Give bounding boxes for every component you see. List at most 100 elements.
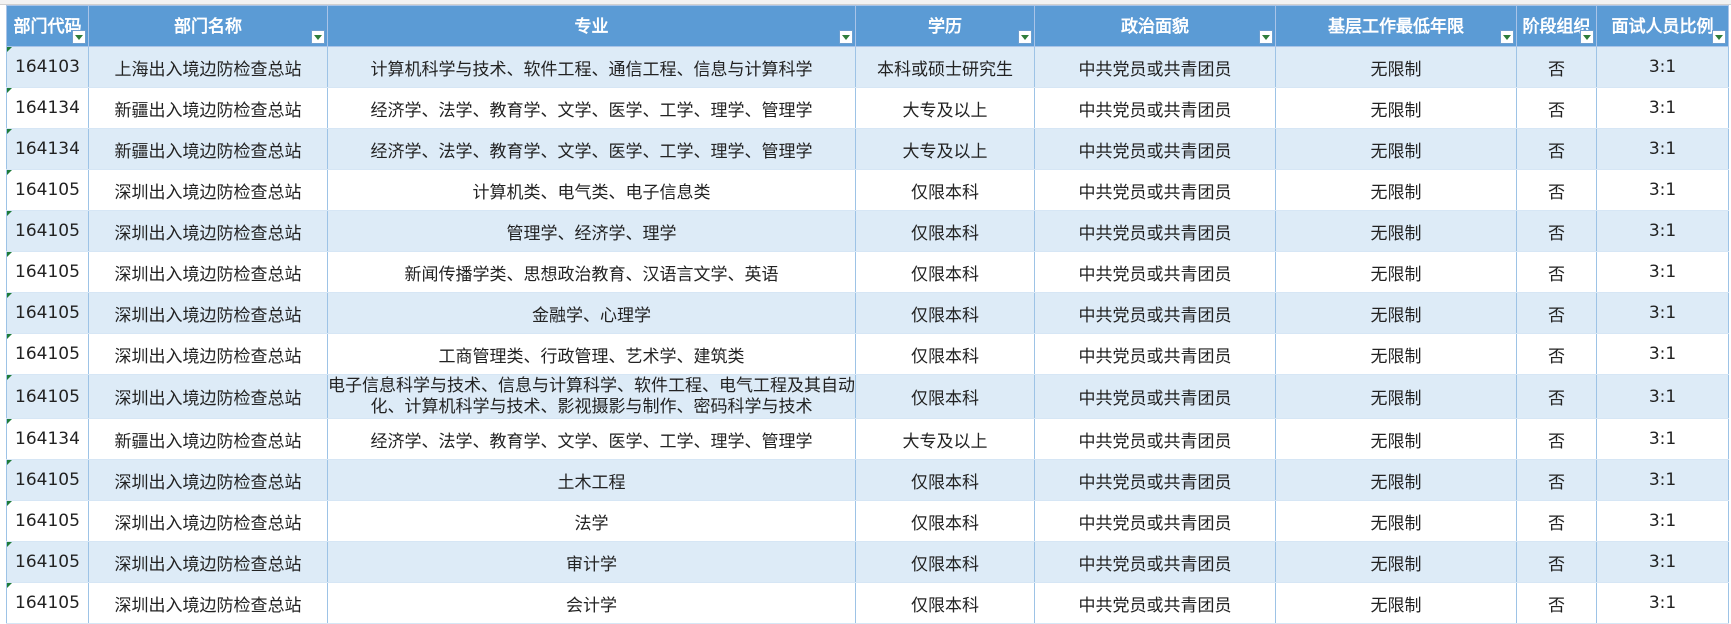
cell-ratio[interactable]: 3:1 (1596, 582, 1729, 624)
filter-dropdown-icon[interactable] (1018, 30, 1032, 44)
cell-dept[interactable]: 新疆出入境边防检查总站 (88, 128, 328, 170)
filter-dropdown-icon[interactable] (311, 30, 325, 44)
cell-political[interactable]: 中共党员或共青团员 (1034, 582, 1276, 624)
cell-edu[interactable]: 本科或硕士研究生 (855, 46, 1035, 88)
cell-ratio[interactable]: 3:1 (1596, 169, 1729, 211)
cell-years[interactable]: 无限制 (1275, 374, 1517, 419)
filter-dropdown-icon[interactable] (1712, 30, 1726, 44)
cell-edu[interactable]: 仅限本科 (855, 292, 1035, 334)
cell-stage[interactable]: 否 (1516, 541, 1597, 583)
cell-stage[interactable]: 否 (1516, 459, 1597, 501)
cell-edu[interactable]: 仅限本科 (855, 459, 1035, 501)
cell-code[interactable]: 164105 (6, 169, 89, 211)
cell-political[interactable]: 中共党员或共青团员 (1034, 251, 1276, 293)
cell-dept[interactable]: 深圳出入境边防检查总站 (88, 374, 328, 419)
cell-major[interactable]: 土木工程 (327, 459, 856, 501)
cell-years[interactable]: 无限制 (1275, 459, 1517, 501)
cell-years[interactable]: 无限制 (1275, 210, 1517, 252)
cell-major[interactable]: 经济学、法学、教育学、文学、医学、工学、理学、管理学 (327, 87, 856, 129)
cell-dept[interactable]: 深圳出入境边防检查总站 (88, 582, 328, 624)
cell-code[interactable]: 164134 (6, 128, 89, 170)
cell-political[interactable]: 中共党员或共青团员 (1034, 418, 1276, 460)
cell-dept[interactable]: 深圳出入境边防检查总站 (88, 333, 328, 375)
cell-stage[interactable]: 否 (1516, 582, 1597, 624)
cell-code[interactable]: 164105 (6, 374, 89, 419)
cell-ratio[interactable]: 3:1 (1596, 251, 1729, 293)
cell-code[interactable]: 164105 (6, 459, 89, 501)
cell-code[interactable]: 164105 (6, 251, 89, 293)
cell-edu[interactable]: 大专及以上 (855, 418, 1035, 460)
cell-code[interactable]: 164134 (6, 87, 89, 129)
cell-dept[interactable]: 新疆出入境边防检查总站 (88, 87, 328, 129)
cell-stage[interactable]: 否 (1516, 418, 1597, 460)
cell-ratio[interactable]: 3:1 (1596, 87, 1729, 129)
cell-major[interactable]: 经济学、法学、教育学、文学、医学、工学、理学、管理学 (327, 128, 856, 170)
filter-dropdown-icon[interactable] (1259, 30, 1273, 44)
cell-dept[interactable]: 深圳出入境边防检查总站 (88, 292, 328, 334)
filter-dropdown-icon[interactable] (72, 30, 86, 44)
cell-ratio[interactable]: 3:1 (1596, 210, 1729, 252)
cell-code[interactable]: 164105 (6, 292, 89, 334)
cell-stage[interactable]: 否 (1516, 128, 1597, 170)
cell-years[interactable]: 无限制 (1275, 541, 1517, 583)
cell-stage[interactable]: 否 (1516, 500, 1597, 542)
cell-code[interactable]: 164105 (6, 541, 89, 583)
cell-years[interactable]: 无限制 (1275, 169, 1517, 211)
cell-dept[interactable]: 深圳出入境边防检查总站 (88, 210, 328, 252)
cell-ratio[interactable]: 3:1 (1596, 292, 1729, 334)
cell-stage[interactable]: 否 (1516, 87, 1597, 129)
cell-code[interactable]: 164103 (6, 46, 89, 88)
cell-code[interactable]: 164105 (6, 582, 89, 624)
cell-code[interactable]: 164105 (6, 333, 89, 375)
cell-code[interactable]: 164105 (6, 500, 89, 542)
cell-ratio[interactable]: 3:1 (1596, 418, 1729, 460)
cell-major[interactable]: 计算机类、电气类、电子信息类 (327, 169, 856, 211)
cell-ratio[interactable]: 3:1 (1596, 541, 1729, 583)
filter-dropdown-icon[interactable] (1500, 30, 1514, 44)
cell-political[interactable]: 中共党员或共青团员 (1034, 46, 1276, 88)
cell-major[interactable]: 法学 (327, 500, 856, 542)
cell-edu[interactable]: 仅限本科 (855, 169, 1035, 211)
cell-major[interactable]: 审计学 (327, 541, 856, 583)
cell-major[interactable]: 电子信息科学与技术、信息与计算科学、软件工程、电气工程及其自动化、计算机科学与技… (327, 374, 856, 419)
cell-years[interactable]: 无限制 (1275, 46, 1517, 88)
cell-dept[interactable]: 上海出入境边防检查总站 (88, 46, 328, 88)
cell-years[interactable]: 无限制 (1275, 333, 1517, 375)
cell-major[interactable]: 管理学、经济学、理学 (327, 210, 856, 252)
cell-ratio[interactable]: 3:1 (1596, 459, 1729, 501)
cell-major[interactable]: 经济学、法学、教育学、文学、医学、工学、理学、管理学 (327, 418, 856, 460)
cell-political[interactable]: 中共党员或共青团员 (1034, 87, 1276, 129)
cell-edu[interactable]: 仅限本科 (855, 374, 1035, 419)
cell-years[interactable]: 无限制 (1275, 418, 1517, 460)
cell-code[interactable]: 164134 (6, 418, 89, 460)
cell-dept[interactable]: 深圳出入境边防检查总站 (88, 541, 328, 583)
cell-years[interactable]: 无限制 (1275, 292, 1517, 334)
cell-dept[interactable]: 深圳出入境边防检查总站 (88, 500, 328, 542)
cell-dept[interactable]: 深圳出入境边防检查总站 (88, 251, 328, 293)
cell-years[interactable]: 无限制 (1275, 251, 1517, 293)
cell-stage[interactable]: 否 (1516, 333, 1597, 375)
cell-political[interactable]: 中共党员或共青团员 (1034, 333, 1276, 375)
cell-stage[interactable]: 否 (1516, 210, 1597, 252)
cell-code[interactable]: 164105 (6, 210, 89, 252)
cell-major[interactable]: 会计学 (327, 582, 856, 624)
cell-stage[interactable]: 否 (1516, 374, 1597, 419)
cell-edu[interactable]: 仅限本科 (855, 251, 1035, 293)
cell-major[interactable]: 新闻传播学类、思想政治教育、汉语言文学、英语 (327, 251, 856, 293)
cell-political[interactable]: 中共党员或共青团员 (1034, 128, 1276, 170)
cell-edu[interactable]: 仅限本科 (855, 333, 1035, 375)
cell-dept[interactable]: 深圳出入境边防检查总站 (88, 169, 328, 211)
cell-edu[interactable]: 仅限本科 (855, 210, 1035, 252)
cell-stage[interactable]: 否 (1516, 169, 1597, 211)
cell-major[interactable]: 计算机科学与技术、软件工程、通信工程、信息与计算科学 (327, 46, 856, 88)
cell-political[interactable]: 中共党员或共青团员 (1034, 500, 1276, 542)
cell-years[interactable]: 无限制 (1275, 128, 1517, 170)
cell-ratio[interactable]: 3:1 (1596, 46, 1729, 88)
cell-political[interactable]: 中共党员或共青团员 (1034, 210, 1276, 252)
cell-edu[interactable]: 大专及以上 (855, 128, 1035, 170)
cell-years[interactable]: 无限制 (1275, 500, 1517, 542)
cell-stage[interactable]: 否 (1516, 251, 1597, 293)
cell-political[interactable]: 中共党员或共青团员 (1034, 541, 1276, 583)
cell-ratio[interactable]: 3:1 (1596, 500, 1729, 542)
cell-ratio[interactable]: 3:1 (1596, 374, 1729, 419)
